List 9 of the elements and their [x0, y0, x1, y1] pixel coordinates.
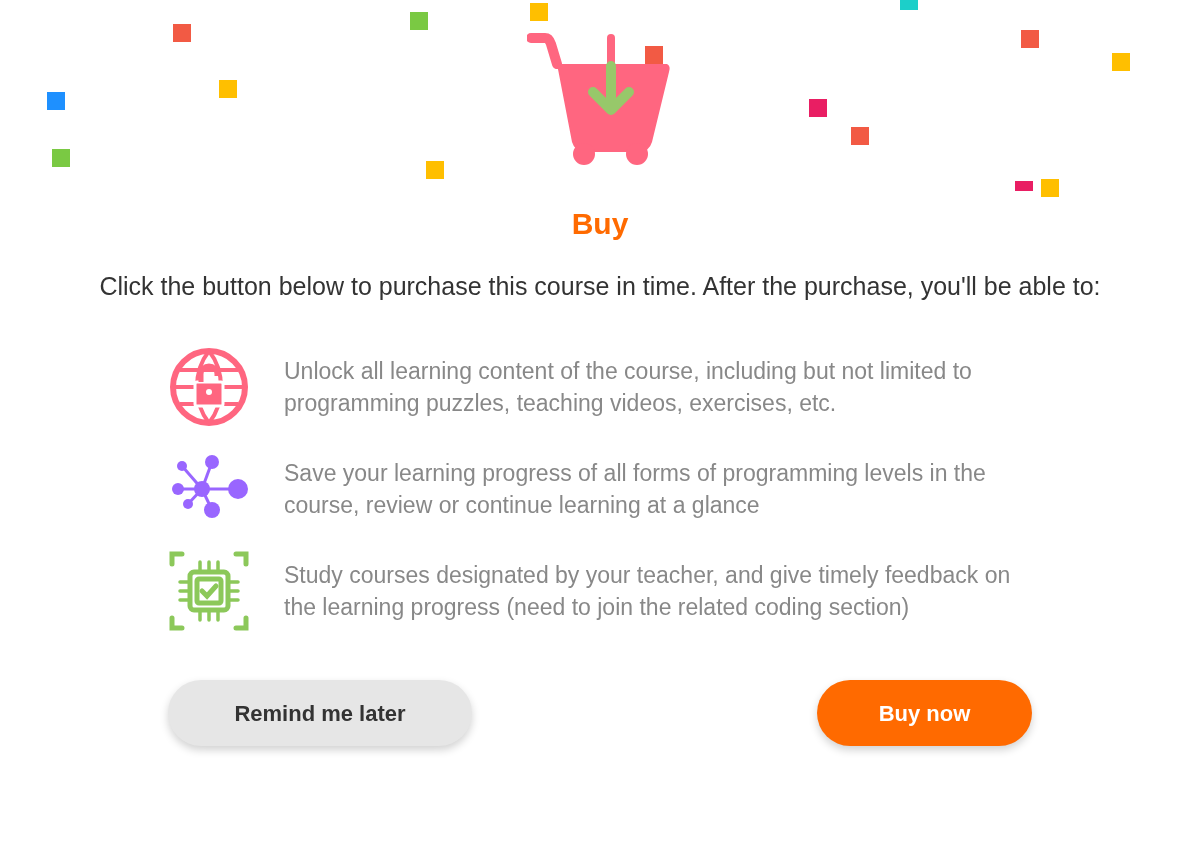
globe-padlock-icon	[168, 346, 250, 428]
cart-download-icon	[527, 30, 673, 166]
dialog-title: Buy	[571, 206, 629, 242]
description-text: Click the button below to purchase this course in time. After the purchase, you'll be able to:	[98, 271, 1102, 302]
chip-checkmark-icon	[168, 550, 250, 632]
feature-text: Study courses designated by your teacher, and give timely feedback on the learning progress (need to join the related coding section)	[284, 561, 1012, 622]
remind-later-button[interactable]: Remind me later	[168, 680, 472, 746]
feature-text: Unlock all learning content of the course, including but not limited to programming puzzles, teaching videos, exercises, etc.	[284, 357, 973, 418]
feature-text: Save your learning progress of all forms of programming levels in the course, review or continue learning at a glance	[284, 459, 987, 520]
